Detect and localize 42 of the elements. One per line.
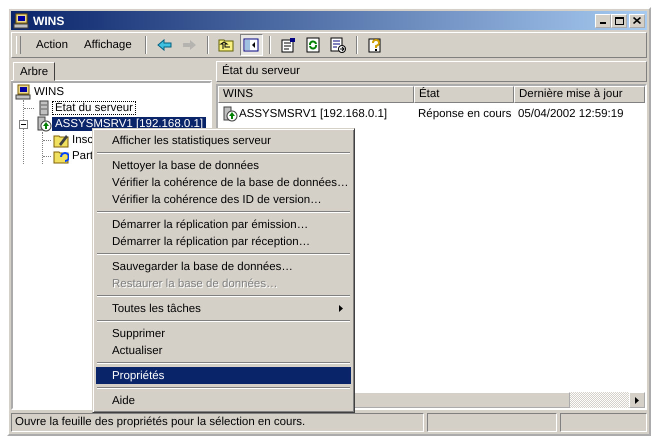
column-header[interactable]: WINS [218,86,414,103]
pane-title: État du serveur [216,61,647,82]
menu-item[interactable]: Sauvegarder la base de données… [96,258,351,275]
menu-item[interactable]: Démarrer la réplication par réception… [96,233,351,250]
right-arrow-icon [635,396,639,404]
folder-icon [53,132,69,148]
table-cell: 05/04/2002 12:59:19 [518,108,624,120]
menu-item[interactable]: Actualiser [96,342,351,359]
menu-item[interactable]: Propriétés [96,367,351,384]
menu-item[interactable]: Vérifier la cohérence de la base de données… [96,174,351,191]
menu-item[interactable]: Action [29,37,75,53]
table-cell: ASSYSMSRV1 [192.168.0.1] [239,108,388,120]
panes-button[interactable] [240,34,263,56]
column-header[interactable]: État [414,86,514,103]
menu-item[interactable]: Toutes les tâches [96,300,351,317]
server-icon [222,106,238,122]
collapse-toggle[interactable] [19,120,28,128]
tree-item[interactable]: Insc [69,133,96,147]
server-icon [36,116,52,132]
column-header[interactable]: Dernière mise à jour [514,86,645,103]
computer-icon [13,12,29,28]
table-cell: Réponse en cours [418,108,512,120]
menu-item[interactable]: Démarrer la réplication par émission… [96,216,351,233]
close-button[interactable] [629,14,645,28]
tree-item[interactable]: WINS [31,85,68,99]
status-text: Ouvre la feuille des propriétés pour la sélection en cours. [11,413,424,432]
window-title: WINS [33,14,66,28]
menu-item[interactable]: Vérifier la cohérence des ID de version… [96,191,351,208]
menu-item[interactable]: Afficher les statistiques serveur [96,132,351,149]
computer-icon [15,84,31,100]
tab[interactable]: Arbre [13,62,56,81]
menu-item[interactable]: Nettoyer la base de données [96,157,351,174]
close-icon [633,17,641,24]
submenu-arrow-icon [339,305,343,312]
menu-item[interactable]: Aide [96,392,351,409]
menu-item[interactable]: Supprimer [96,325,351,342]
minimize-button[interactable] [595,14,611,28]
maximize-button[interactable] [611,14,627,28]
scroll-right-button[interactable] [629,392,645,408]
menu-item[interactable]: Affichage [76,37,139,53]
tree-item[interactable]: État du serveur [52,101,136,115]
maximize-icon [614,16,624,24]
